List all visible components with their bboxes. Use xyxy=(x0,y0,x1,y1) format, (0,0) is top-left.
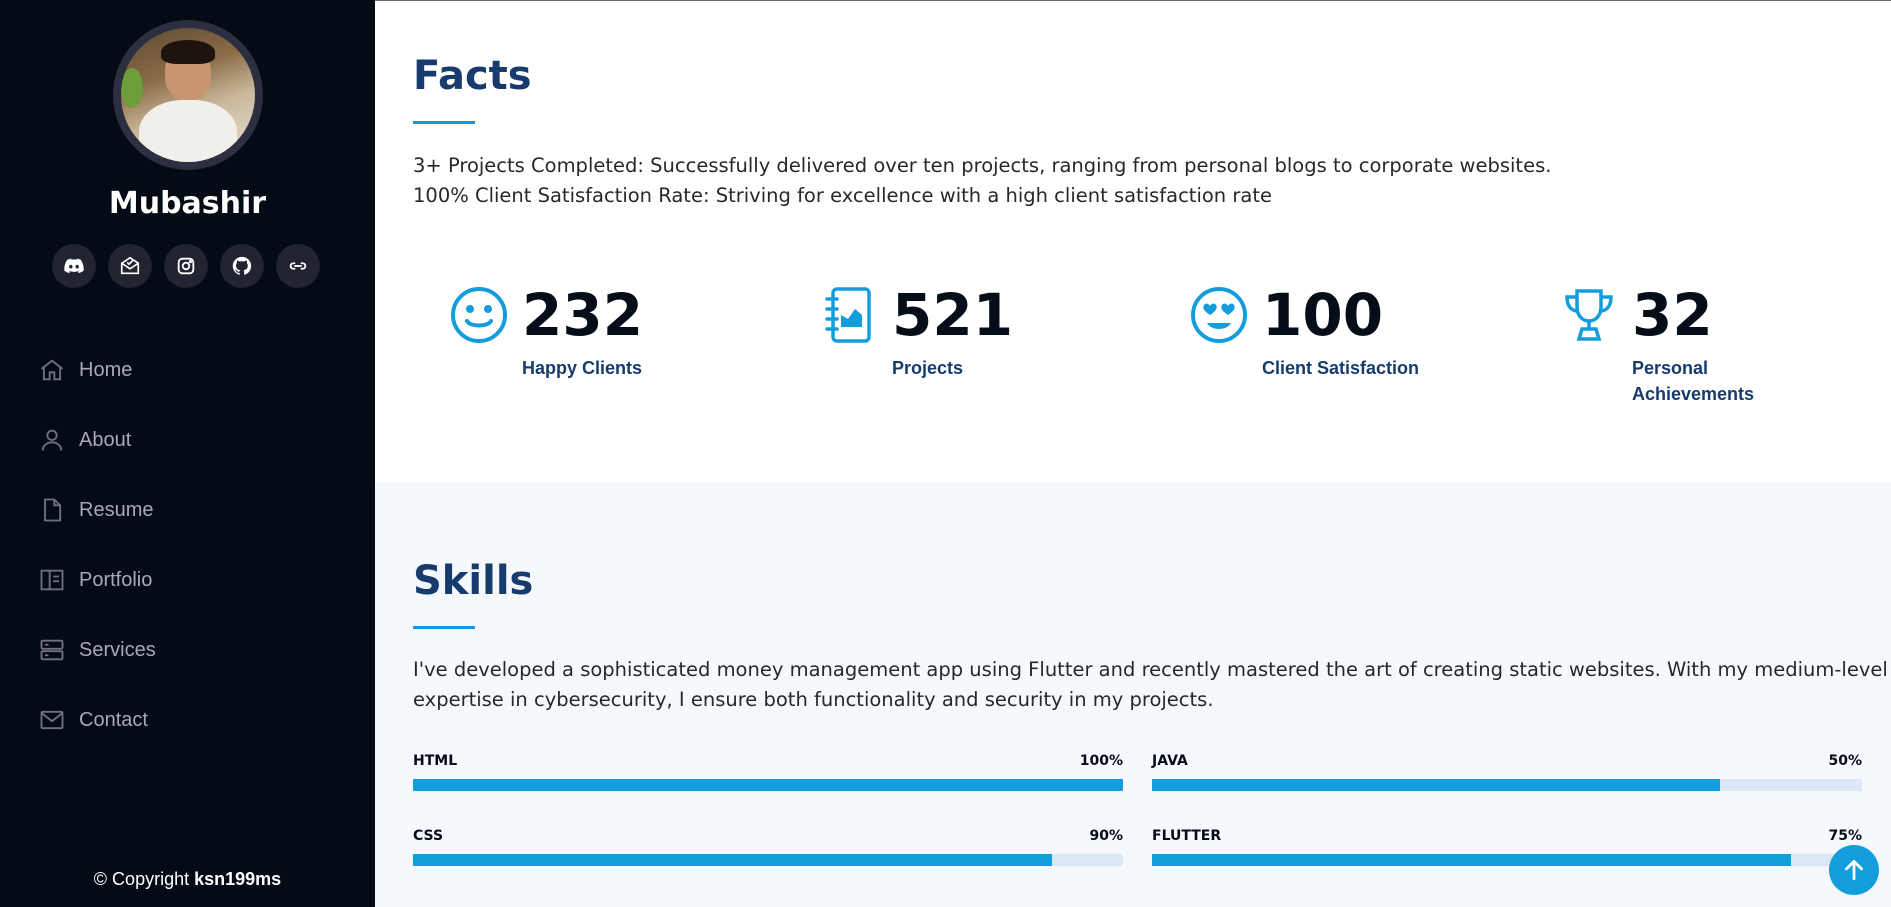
nav-item-label: Home xyxy=(79,358,133,381)
counter-value: 232 xyxy=(522,281,644,349)
discord-link[interactable] xyxy=(52,244,96,288)
envelope-icon xyxy=(40,710,64,730)
github-link[interactable] xyxy=(220,244,264,288)
portfolio-icon xyxy=(40,569,64,591)
discord-icon xyxy=(64,258,84,274)
skill-html: HTML 100% xyxy=(413,753,1123,791)
nav-item-contact[interactable]: Contact xyxy=(38,685,156,755)
copyright: © Copyright ksn199ms xyxy=(0,869,375,890)
counter-value: 100 xyxy=(1262,281,1384,349)
skill-progress-track xyxy=(413,854,1123,866)
copyright-prefix: © Copyright xyxy=(93,869,190,889)
skill-java: JAVA 50% xyxy=(1152,753,1862,791)
nav-item-home[interactable]: Home xyxy=(38,335,156,405)
nav-item-services[interactable]: Services xyxy=(38,615,156,685)
facts-line-2: 100% Client Satisfaction Rate: Striving … xyxy=(413,184,1272,207)
copyright-owner: ksn199ms xyxy=(194,869,282,889)
counter-label: Happy Clients xyxy=(522,358,643,378)
skill-css: CSS 90% xyxy=(413,828,1123,866)
journal-chart-icon xyxy=(825,287,871,343)
server-icon xyxy=(40,639,64,661)
counter-label-line-1: Personal xyxy=(1632,358,1709,378)
counter-projects: 521 Projects xyxy=(819,283,1013,381)
facts-title-underline xyxy=(413,121,475,124)
mail-open-icon xyxy=(120,256,140,275)
facts-title: Facts xyxy=(413,53,532,99)
profile-avatar-frame xyxy=(113,20,263,170)
skill-progress-track xyxy=(1152,779,1862,791)
skills-line-2: expertise in cybersecurity, I ensure bot… xyxy=(413,688,1214,711)
counter-happy-clients: 232 Happy Clients xyxy=(449,283,643,381)
counter-label: Personal Achievements xyxy=(1632,355,1754,407)
skill-percent: 75% xyxy=(1828,828,1862,844)
nav-item-label: Resume xyxy=(79,498,154,521)
nav-item-portfolio[interactable]: Portfolio xyxy=(38,545,156,615)
facts-line-1: 3+ Projects Completed: Successfully deli… xyxy=(413,154,1552,177)
link-icon xyxy=(289,262,307,270)
skill-progress-fill xyxy=(1152,779,1720,791)
skills-section: Skills I've developed a sophisticated mo… xyxy=(375,482,1891,907)
skill-name: JAVA xyxy=(1152,753,1188,769)
nav-item-label: Services xyxy=(79,638,156,661)
file-icon xyxy=(44,498,62,522)
skill-percent: 100% xyxy=(1079,753,1123,769)
profile-name: Mubashir xyxy=(108,186,267,221)
skill-name: CSS xyxy=(413,828,444,844)
website-link[interactable] xyxy=(276,244,320,288)
smile-icon xyxy=(451,287,507,343)
skill-progress-fill xyxy=(413,779,1123,791)
social-links xyxy=(52,244,320,288)
skill-percent: 50% xyxy=(1828,753,1862,769)
arrow-up-icon xyxy=(1845,859,1863,881)
person-icon xyxy=(41,429,63,451)
skill-progress-track xyxy=(413,779,1123,791)
instagram-icon xyxy=(177,257,195,275)
skill-percent: 90% xyxy=(1089,828,1123,844)
facts-section: Facts 3+ Projects Completed: Successfull… xyxy=(375,0,1891,482)
instagram-link[interactable] xyxy=(164,244,208,288)
sidebar: Mubashir Home About Resume Portfolio Ser… xyxy=(0,0,375,907)
github-icon xyxy=(232,256,252,275)
nav-item-label: Contact xyxy=(79,708,148,731)
email-link[interactable] xyxy=(108,244,152,288)
skills-line-1: I've developed a sophisticated money man… xyxy=(413,658,1888,681)
counter-value: 521 xyxy=(892,281,1014,349)
skill-progress-track xyxy=(1152,854,1862,866)
counter-personal-achievements: 32 Personal Achievements xyxy=(1559,283,1754,407)
nav-item-resume[interactable]: Resume xyxy=(38,475,156,545)
counter-value: 32 xyxy=(1632,281,1713,349)
nav-item-label: Portfolio xyxy=(79,568,153,591)
back-to-top-button[interactable] xyxy=(1829,845,1879,895)
trophy-icon xyxy=(1565,289,1613,341)
main-content: Facts 3+ Projects Completed: Successfull… xyxy=(375,0,1891,907)
skills-title-underline xyxy=(413,626,475,629)
avatar xyxy=(121,28,255,162)
nav-item-about[interactable]: About xyxy=(38,405,156,475)
counter-label-line-2: Achievements xyxy=(1632,384,1755,404)
skill-progress-fill xyxy=(413,854,1052,866)
counter-label: Client Satisfaction xyxy=(1262,358,1420,378)
skill-progress-fill xyxy=(1152,854,1791,866)
skill-flutter: FLUTTER 75% xyxy=(1152,828,1862,866)
counter-label: Projects xyxy=(892,358,964,378)
skill-name: FLUTTER xyxy=(1152,828,1222,844)
skill-name: HTML xyxy=(413,753,458,769)
main-nav: Home About Resume Portfolio Services Con… xyxy=(38,335,156,755)
counter-client-satisfaction: 100 Client Satisfaction xyxy=(1189,283,1419,381)
skills-title: Skills xyxy=(413,558,534,604)
heart-eyes-icon xyxy=(1191,287,1247,343)
nav-item-label: About xyxy=(79,428,132,451)
house-icon xyxy=(40,359,64,381)
